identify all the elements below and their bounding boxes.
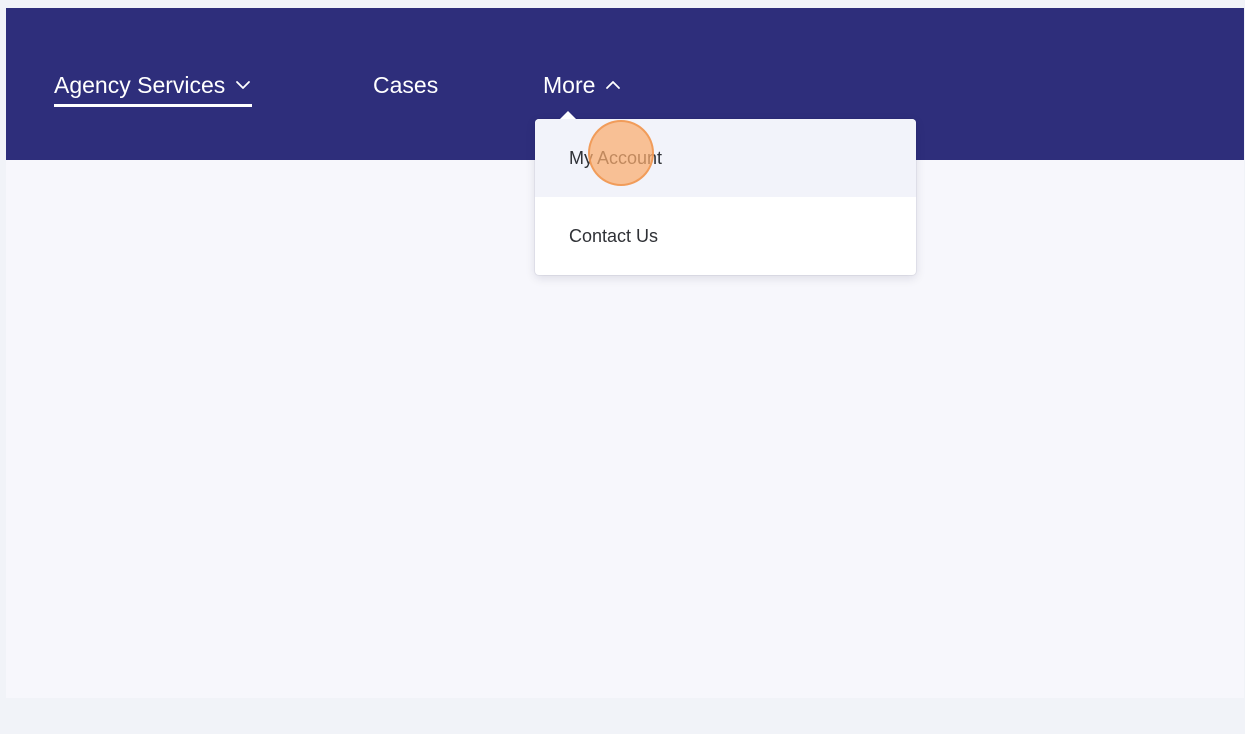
nav-item-cases[interactable]: Cases [373, 70, 438, 100]
nav-item-more[interactable]: More [543, 70, 622, 100]
menu-item-contact-us[interactable]: Contact Us [535, 197, 916, 275]
nav-item-label: Agency Services [54, 72, 226, 98]
app-frame: Agency Services Cases More My Account Co… [6, 8, 1244, 698]
more-dropdown-menu: My Account Contact Us [535, 111, 916, 275]
nav-item-label: Cases [373, 72, 439, 98]
chevron-up-icon [604, 76, 622, 94]
menu-item-label: Contact Us [569, 225, 659, 246]
nav-item-agency-services[interactable]: Agency Services [54, 70, 253, 107]
menu-item-my-account[interactable]: My Account [535, 119, 916, 197]
menu-item-label: My Account [569, 147, 663, 168]
nav-item-label: More [543, 72, 596, 98]
chevron-down-icon [234, 76, 252, 94]
